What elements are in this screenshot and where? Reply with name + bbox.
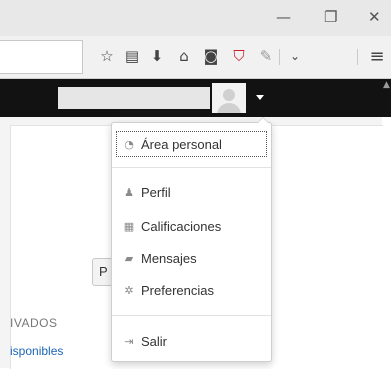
menu-item-label: Preferencias	[141, 282, 214, 298]
browser-titlebar: — ❐ ✕	[0, 0, 391, 36]
menu-item-calificaciones[interactable]: ▦ Calificaciones	[116, 213, 267, 239]
menu-item-label: Mensajes	[141, 250, 197, 266]
user-menu-caret-icon[interactable]	[256, 95, 264, 100]
avatar-body	[217, 103, 241, 113]
wrench-icon: ✲	[124, 283, 134, 297]
section-link[interactable]: isponibles	[10, 344, 63, 358]
menu-item-mensajes[interactable]: ▰ Mensajes	[116, 245, 267, 271]
menu-item-area-personal[interactable]: ◔ Área personal	[116, 131, 267, 157]
close-window-button[interactable]: ✕	[368, 8, 381, 26]
scrollbar-up-arrow-icon[interactable]: ▲	[383, 80, 391, 92]
extension-icon[interactable]: ✎	[256, 46, 276, 66]
grades-table-icon: ▦	[123, 219, 135, 233]
toolbar-separator	[279, 49, 280, 65]
menu-divider	[112, 315, 271, 316]
reader-view-icon[interactable]: ▤	[122, 46, 142, 66]
browser-toolbar: ☆ ▤ ⬇ ⌂ ◙ ⛉ ✎ ⌄ ≡	[0, 36, 391, 79]
menu-divider	[112, 167, 271, 168]
hamburger-menu-icon[interactable]: ≡	[367, 46, 387, 67]
home-icon[interactable]: ⌂	[174, 46, 194, 66]
dashboard-icon: ◔	[124, 137, 134, 151]
menu-item-label: Perfil	[141, 184, 171, 200]
site-navbar	[0, 79, 391, 117]
dropdown-arrow-inner	[258, 118, 268, 123]
download-icon[interactable]: ⬇	[147, 46, 167, 66]
menu-item-salir[interactable]: ⇥ Salir	[116, 328, 267, 354]
bookmark-star-icon[interactable]: ☆	[97, 46, 117, 66]
overflow-chevron-icon[interactable]: ⌄	[285, 46, 305, 66]
logout-icon: ⇥	[124, 334, 134, 348]
menu-item-label: Calificaciones	[141, 218, 222, 234]
section-header: IVADOS	[10, 316, 58, 330]
user-dropdown-menu: ◔ Área personal ♟ Perfil ▦ Calificacione…	[111, 117, 272, 362]
restore-button[interactable]: ❐	[324, 8, 337, 26]
menu-item-perfil[interactable]: ♟ Perfil	[116, 179, 267, 205]
menu-item-label: Salir	[141, 333, 168, 349]
toolbar-separator	[357, 49, 358, 65]
avatar[interactable]	[212, 83, 246, 113]
ublock-shield-icon[interactable]: ⛉	[229, 46, 249, 66]
menu-item-label: Área personal	[141, 136, 222, 152]
menu-item-preferencias[interactable]: ✲ Preferencias	[116, 277, 267, 303]
minimize-button[interactable]: —	[276, 8, 291, 26]
user-name[interactable]	[58, 87, 210, 109]
avatar-head	[223, 89, 235, 101]
url-bar[interactable]	[0, 40, 83, 74]
user-icon: ♟	[124, 185, 134, 199]
pocket-icon[interactable]: ◙	[201, 46, 221, 66]
message-icon: ▰	[124, 251, 134, 265]
